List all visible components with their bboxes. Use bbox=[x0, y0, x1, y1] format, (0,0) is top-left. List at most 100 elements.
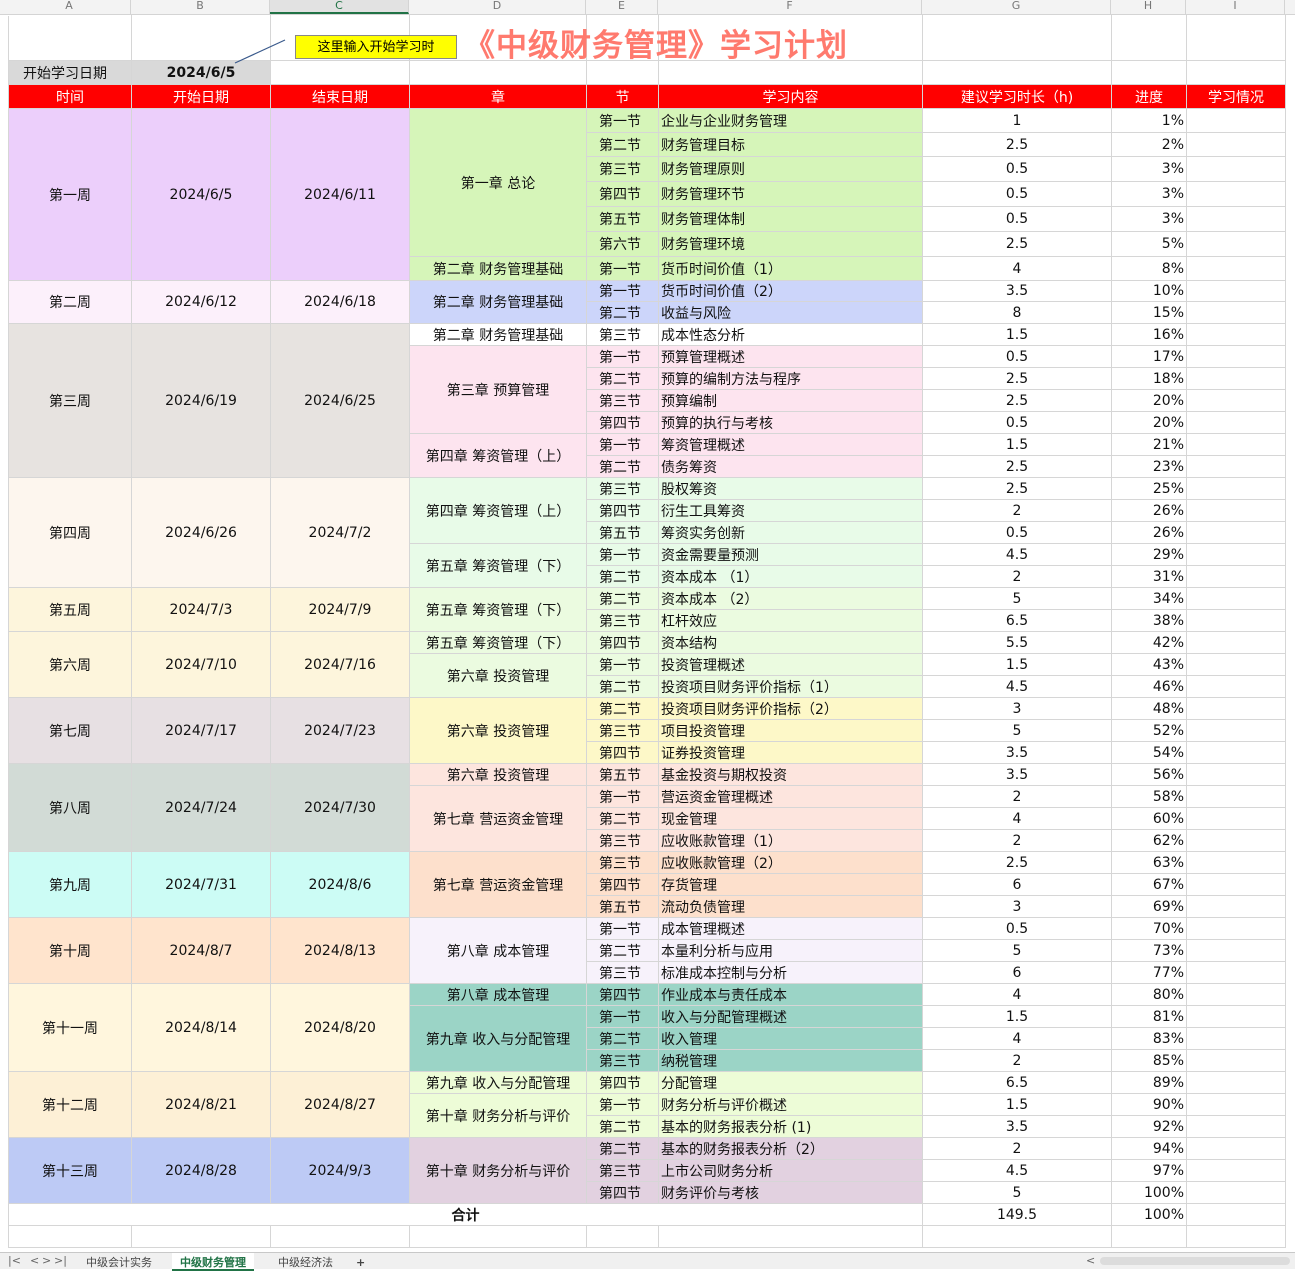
hours-cell[interactable]: 2 bbox=[922, 785, 1112, 808]
content-cell[interactable]: 衍生工具筹资 bbox=[658, 499, 923, 522]
progress-cell[interactable]: 5% bbox=[1111, 231, 1187, 257]
content-cell[interactable]: 收入与分配管理概述 bbox=[658, 1005, 923, 1028]
add-sheet-icon[interactable]: + bbox=[348, 1253, 373, 1269]
week-end-date-cell[interactable]: 2024/7/16 bbox=[270, 631, 410, 698]
hours-cell[interactable]: 2 bbox=[922, 1137, 1112, 1160]
status-cell[interactable] bbox=[1186, 256, 1286, 281]
total-progress-cell[interactable]: 100% bbox=[1111, 1203, 1187, 1226]
section-cell[interactable]: 第二节 bbox=[586, 1027, 659, 1050]
status-cell[interactable] bbox=[1186, 873, 1286, 896]
section-cell[interactable]: 第二节 bbox=[586, 367, 659, 390]
hours-cell[interactable]: 6.5 bbox=[922, 609, 1112, 632]
week-end-date-cell[interactable]: 2024/6/18 bbox=[270, 280, 410, 324]
status-cell[interactable] bbox=[1186, 206, 1286, 232]
hours-cell[interactable]: 2.5 bbox=[922, 367, 1112, 390]
week-name-cell[interactable]: 第五周 bbox=[8, 587, 132, 632]
status-cell[interactable] bbox=[1186, 411, 1286, 434]
column-header-f[interactable]: F bbox=[658, 0, 922, 14]
chapter-cell[interactable]: 第四章 筹资管理（上） bbox=[409, 477, 587, 544]
status-cell[interactable] bbox=[1186, 301, 1286, 324]
progress-cell[interactable]: 17% bbox=[1111, 345, 1187, 368]
hours-cell[interactable]: 3.5 bbox=[922, 280, 1112, 302]
start-date-note[interactable]: 这里输入开始学习时 bbox=[295, 35, 457, 59]
week-start-date-cell[interactable]: 2024/8/21 bbox=[131, 1071, 271, 1138]
chapter-cell[interactable]: 第十章 财务分析与评价 bbox=[409, 1093, 587, 1138]
section-cell[interactable]: 第二节 bbox=[586, 301, 659, 324]
status-cell[interactable] bbox=[1186, 565, 1286, 588]
content-cell[interactable]: 资本成本 （1） bbox=[658, 565, 923, 588]
status-cell[interactable] bbox=[1186, 1137, 1286, 1160]
section-cell[interactable]: 第三节 bbox=[586, 156, 659, 182]
hours-cell[interactable]: 0.5 bbox=[922, 206, 1112, 232]
chapter-cell[interactable]: 第一章 总论 bbox=[409, 108, 587, 257]
status-cell[interactable] bbox=[1186, 807, 1286, 830]
week-name-cell[interactable]: 第六周 bbox=[8, 631, 132, 698]
hours-cell[interactable]: 1 bbox=[922, 108, 1112, 133]
week-name-cell[interactable]: 第四周 bbox=[8, 477, 132, 588]
status-cell[interactable] bbox=[1186, 917, 1286, 940]
week-end-date-cell[interactable]: 2024/9/3 bbox=[270, 1137, 410, 1204]
progress-cell[interactable]: 48% bbox=[1111, 697, 1187, 720]
week-name-cell[interactable]: 第二周 bbox=[8, 280, 132, 324]
status-cell[interactable] bbox=[1186, 367, 1286, 390]
progress-cell[interactable]: 62% bbox=[1111, 829, 1187, 852]
sheet-tab-economic-law[interactable]: 中级经济法 bbox=[270, 1253, 341, 1269]
content-cell[interactable]: 股权筹资 bbox=[658, 477, 923, 500]
progress-cell[interactable]: 63% bbox=[1111, 851, 1187, 874]
progress-cell[interactable]: 60% bbox=[1111, 807, 1187, 830]
section-cell[interactable]: 第一节 bbox=[586, 108, 659, 133]
progress-cell[interactable]: 81% bbox=[1111, 1005, 1187, 1028]
content-cell[interactable]: 收入管理 bbox=[658, 1027, 923, 1050]
content-cell[interactable]: 流动负债管理 bbox=[658, 895, 923, 918]
week-start-date-cell[interactable]: 2024/6/5 bbox=[131, 108, 271, 281]
week-start-date-cell[interactable]: 2024/7/10 bbox=[131, 631, 271, 698]
week-name-cell[interactable]: 第七周 bbox=[8, 697, 132, 764]
content-cell[interactable]: 投资项目财务评价指标（1） bbox=[658, 675, 923, 698]
section-cell[interactable]: 第一节 bbox=[586, 433, 659, 456]
hours-cell[interactable]: 3 bbox=[922, 895, 1112, 918]
hours-cell[interactable]: 1.5 bbox=[922, 1005, 1112, 1028]
week-name-cell[interactable]: 第一周 bbox=[8, 108, 132, 281]
week-start-date-cell[interactable]: 2024/7/24 bbox=[131, 763, 271, 852]
content-cell[interactable]: 上市公司财务分析 bbox=[658, 1159, 923, 1182]
section-cell[interactable]: 第四节 bbox=[586, 181, 659, 207]
week-end-date-cell[interactable]: 2024/7/2 bbox=[270, 477, 410, 588]
week-end-date-cell[interactable]: 2024/7/9 bbox=[270, 587, 410, 632]
section-cell[interactable]: 第四节 bbox=[586, 411, 659, 434]
progress-cell[interactable]: 23% bbox=[1111, 455, 1187, 478]
status-cell[interactable] bbox=[1186, 1115, 1286, 1138]
status-cell[interactable] bbox=[1186, 653, 1286, 676]
chapter-cell[interactable]: 第二章 财务管理基础 bbox=[409, 256, 587, 281]
status-cell[interactable] bbox=[1186, 499, 1286, 522]
status-cell[interactable] bbox=[1186, 1071, 1286, 1094]
section-cell[interactable]: 第四节 bbox=[586, 1071, 659, 1094]
section-cell[interactable]: 第四节 bbox=[586, 631, 659, 654]
header-cell-progress[interactable]: 进度 bbox=[1111, 84, 1187, 109]
week-start-date-cell[interactable]: 2024/7/31 bbox=[131, 851, 271, 918]
status-cell[interactable] bbox=[1186, 785, 1286, 808]
content-cell[interactable]: 基本的财务报表分析 (1) bbox=[658, 1115, 923, 1138]
header-cell-start-date[interactable]: 开始日期 bbox=[131, 84, 271, 109]
section-cell[interactable]: 第二节 bbox=[586, 939, 659, 962]
status-cell[interactable] bbox=[1186, 939, 1286, 962]
section-cell[interactable]: 第四节 bbox=[586, 1181, 659, 1204]
progress-cell[interactable]: 20% bbox=[1111, 411, 1187, 434]
column-header-g[interactable]: G bbox=[922, 0, 1111, 14]
hours-cell[interactable]: 3.5 bbox=[922, 763, 1112, 786]
chapter-cell[interactable]: 第二章 财务管理基础 bbox=[409, 280, 587, 324]
progress-cell[interactable]: 89% bbox=[1111, 1071, 1187, 1094]
chapter-cell[interactable]: 第五章 筹资管理（下） bbox=[409, 587, 587, 632]
progress-cell[interactable]: 20% bbox=[1111, 389, 1187, 412]
content-cell[interactable]: 财务管理目标 bbox=[658, 132, 923, 157]
hours-cell[interactable]: 2.5 bbox=[922, 389, 1112, 412]
status-cell[interactable] bbox=[1186, 181, 1286, 207]
prev-sheet-icon[interactable]: < bbox=[30, 1254, 39, 1267]
hours-cell[interactable]: 2 bbox=[922, 565, 1112, 588]
progress-cell[interactable]: 46% bbox=[1111, 675, 1187, 698]
week-end-date-cell[interactable]: 2024/6/11 bbox=[270, 108, 410, 281]
section-cell[interactable]: 第四节 bbox=[586, 499, 659, 522]
section-cell[interactable]: 第四节 bbox=[586, 983, 659, 1006]
week-end-date-cell[interactable]: 2024/7/30 bbox=[270, 763, 410, 852]
hours-cell[interactable]: 0.5 bbox=[922, 521, 1112, 544]
progress-cell[interactable]: 3% bbox=[1111, 206, 1187, 232]
